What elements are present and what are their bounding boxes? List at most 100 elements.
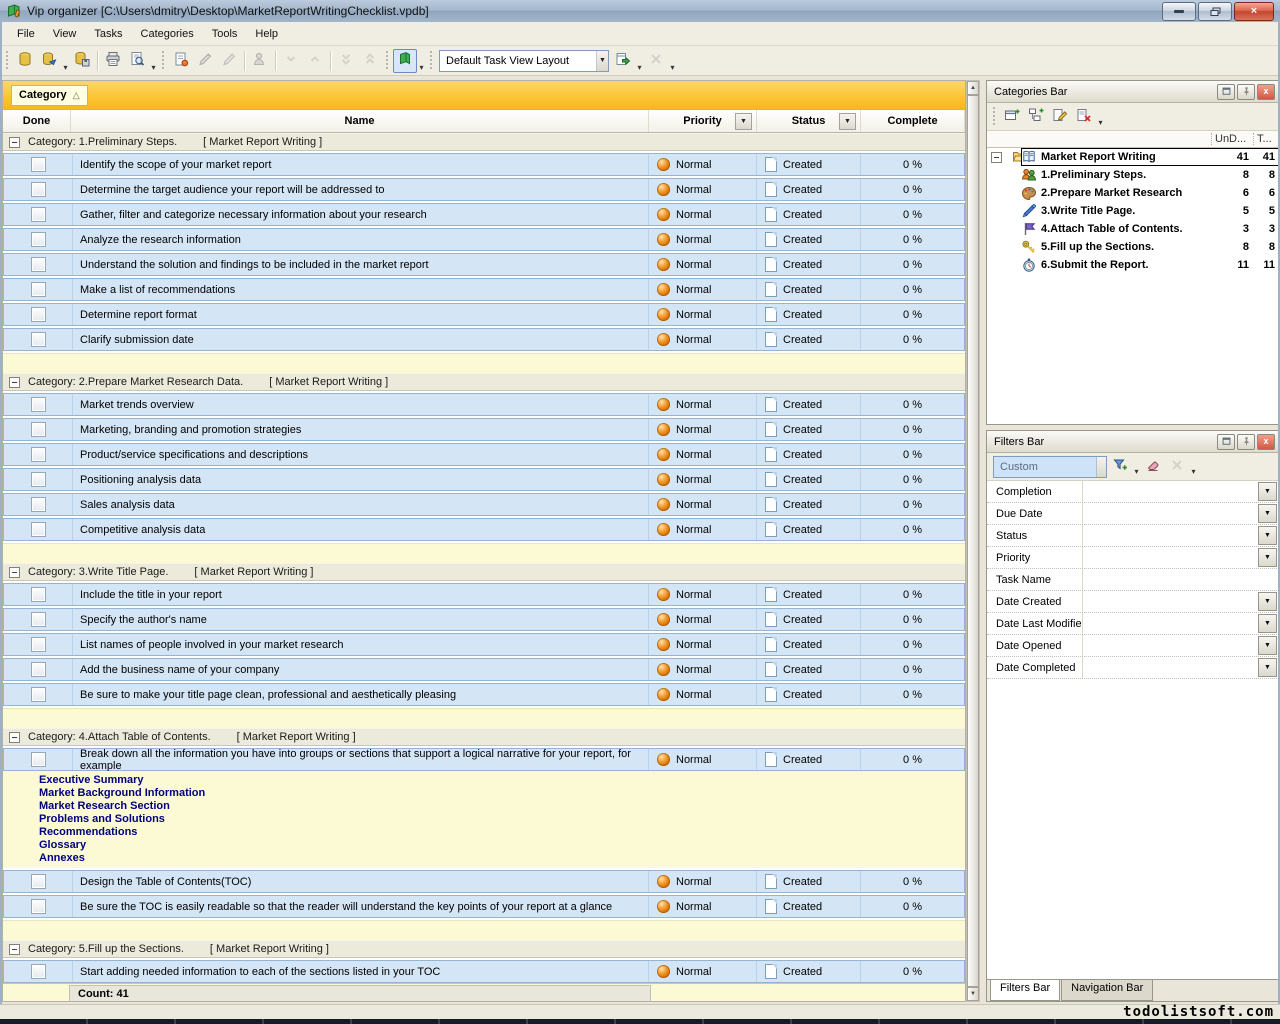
restore-button[interactable] <box>1198 2 1232 21</box>
tab-navigation-bar[interactable]: Navigation Bar <box>1061 980 1153 1001</box>
tree-item[interactable]: 2.Prepare Market Research66 <box>987 184 1279 202</box>
task-row[interactable]: Gather, filter and categorize necessary … <box>3 203 965 226</box>
task-row[interactable]: Identify the scope of your market report… <box>3 153 965 176</box>
minimize-button[interactable] <box>1162 2 1196 21</box>
toolbar-grip[interactable] <box>429 51 434 71</box>
panel-close-icon[interactable]: x <box>1257 434 1275 450</box>
tree-item[interactable]: 3.Write Title Page.55 <box>987 202 1279 220</box>
clear-filter-button[interactable] <box>1141 455 1165 479</box>
tree-item[interactable]: 1.Preliminary Steps.88 <box>987 166 1279 184</box>
task-row[interactable]: Be sure to make your title page clean, p… <box>3 683 965 706</box>
filter-dropdown-button[interactable]: ▼ <box>1258 614 1277 633</box>
task-row[interactable]: Add the business name of your companyNor… <box>3 658 965 681</box>
tree-item[interactable]: 6.Submit the Report.1111 <box>987 256 1279 274</box>
chevron-down-icon[interactable]: ▼ <box>596 51 608 71</box>
open-database-button[interactable] <box>37 49 61 73</box>
category-group-header[interactable]: Category: 2.Prepare Market Research Data… <box>3 373 965 391</box>
toolbar-options-icon[interactable]: ▾ <box>668 63 677 75</box>
filter-dropdown-button[interactable]: ▼ <box>1258 526 1277 545</box>
collapse-icon[interactable] <box>9 137 20 148</box>
task-row[interactable]: Be sure the TOC is easily readable so th… <box>3 895 965 918</box>
task-row[interactable]: Determine report formatNormalCreated0 % <box>3 303 965 326</box>
menu-file[interactable]: File <box>8 25 44 43</box>
category-group-header[interactable]: Category: 1.Preliminary Steps.[ Market R… <box>3 133 965 151</box>
task-checkbox[interactable] <box>31 687 46 702</box>
task-row[interactable]: Include the title in your reportNormalCr… <box>3 583 965 606</box>
delete-category-button[interactable] <box>1072 105 1096 129</box>
task-checkbox[interactable] <box>31 587 46 602</box>
filter-field-value[interactable] <box>1083 657 1258 678</box>
menu-help[interactable]: Help <box>246 25 287 43</box>
panel-restore-icon[interactable] <box>1217 434 1235 450</box>
apply-layout-dropdown-icon[interactable]: ▾ <box>635 63 644 75</box>
task-checkbox[interactable] <box>31 332 46 347</box>
task-checkbox[interactable] <box>31 752 46 767</box>
task-row[interactable]: List names of people involved in your ma… <box>3 633 965 656</box>
menu-tools[interactable]: Tools <box>203 25 247 43</box>
vertical-scrollbar[interactable]: ▲ ▼ <box>966 80 980 1002</box>
menu-view[interactable]: View <box>44 25 86 43</box>
task-checkbox[interactable] <box>31 522 46 537</box>
scrollbar-thumb[interactable] <box>967 95 979 987</box>
notes-dropdown-icon[interactable]: ▾ <box>417 63 426 75</box>
tree-item[interactable]: 5.Fill up the Sections.88 <box>987 238 1279 256</box>
task-checkbox[interactable] <box>31 422 46 437</box>
task-checkbox[interactable] <box>31 232 46 247</box>
add-category-button[interactable] <box>1000 105 1024 129</box>
column-header-complete[interactable]: Complete <box>861 110 965 132</box>
toolbar-grip[interactable] <box>5 51 10 71</box>
task-row[interactable]: Product/service specifications and descr… <box>3 443 965 466</box>
toolbar-options-icon[interactable]: ▾ <box>1189 467 1198 479</box>
task-checkbox[interactable] <box>31 257 46 272</box>
task-checkbox[interactable] <box>31 307 46 322</box>
group-by-category-chip[interactable]: Category △ <box>11 85 88 106</box>
filter-dropdown-button[interactable]: ▼ <box>1258 592 1277 611</box>
print-button[interactable] <box>101 49 125 73</box>
column-header-done[interactable]: Done <box>3 110 71 132</box>
new-database-button[interactable] <box>13 49 37 73</box>
filter-field-value[interactable] <box>1083 591 1258 612</box>
filter-field-value[interactable] <box>1083 635 1258 656</box>
task-row[interactable]: Sales analysis dataNormalCreated0 % <box>3 493 965 516</box>
category-group-header[interactable]: Category: 5.Fill up the Sections.[ Marke… <box>3 940 965 958</box>
menu-tasks[interactable]: Tasks <box>85 25 131 43</box>
task-checkbox[interactable] <box>31 964 46 979</box>
task-checkbox[interactable] <box>31 637 46 652</box>
toolbar-grip[interactable] <box>992 107 997 127</box>
task-checkbox[interactable] <box>31 207 46 222</box>
close-button[interactable]: × <box>1234 2 1274 21</box>
task-row[interactable]: Marketing, branding and promotion strate… <box>3 418 965 441</box>
panel-pin-icon[interactable] <box>1237 434 1255 450</box>
filter-dropdown-button[interactable]: ▼ <box>1258 658 1277 677</box>
collapse-icon[interactable] <box>9 732 20 743</box>
task-checkbox[interactable] <box>31 157 46 172</box>
category-group-header[interactable]: Category: 4.Attach Table of Contents.[ M… <box>3 728 965 746</box>
task-row[interactable]: Design the Table of Contents(TOC)NormalC… <box>3 870 965 893</box>
task-row[interactable]: Analyze the research informationNormalCr… <box>3 228 965 251</box>
filter-dropdown-button[interactable]: ▼ <box>1258 482 1277 501</box>
task-checkbox[interactable] <box>31 282 46 297</box>
collapse-icon[interactable] <box>9 944 20 955</box>
filter-field-value[interactable] <box>1083 613 1258 634</box>
save-filter-dropdown-icon[interactable]: ▾ <box>1132 467 1141 479</box>
filter-dropdown-button[interactable]: ▼ <box>1258 548 1277 567</box>
menu-categories[interactable]: Categories <box>132 25 203 43</box>
open-database-dropdown-icon[interactable]: ▾ <box>61 63 70 75</box>
priority-filter-button[interactable]: ▼ <box>735 113 752 130</box>
filter-dropdown-button[interactable]: ▼ <box>1258 636 1277 655</box>
filter-field-value[interactable] <box>1083 525 1258 546</box>
task-checkbox[interactable] <box>31 662 46 677</box>
save-filter-button[interactable] <box>1108 455 1132 479</box>
filter-field-value[interactable] <box>1083 547 1258 568</box>
notes-button[interactable] <box>393 49 417 73</box>
status-filter-button[interactable]: ▼ <box>839 113 856 130</box>
new-task-button[interactable] <box>169 49 193 73</box>
category-group-header[interactable]: Category: 3.Write Title Page.[ Market Re… <box>3 563 965 581</box>
column-header-status[interactable]: Status ▼ <box>757 110 861 132</box>
tree-item-root[interactable]: Market Report Writing4141 <box>987 148 1279 166</box>
filter-field-value[interactable] <box>1083 569 1279 590</box>
task-row[interactable]: Understand the solution and findings to … <box>3 253 965 276</box>
print-preview-button[interactable] <box>125 49 149 73</box>
filter-dropdown-button[interactable]: ▼ <box>1258 504 1277 523</box>
task-checkbox[interactable] <box>31 874 46 889</box>
